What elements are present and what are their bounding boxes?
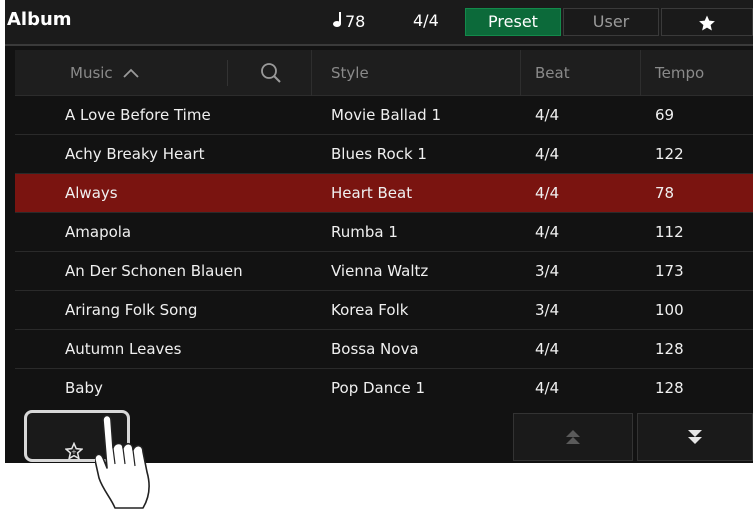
sort-up-icon [123, 64, 140, 82]
page-up-button[interactable] [513, 413, 633, 461]
album-screen: Album 78 4/4 Preset User Music Style Bea… [5, 0, 753, 463]
cell-music: Arirang Folk Song [65, 301, 198, 319]
header-bar: Album 78 4/4 Preset User [5, 0, 753, 46]
tab-user[interactable]: User [563, 8, 659, 36]
cell-beat: 3/4 [535, 262, 560, 280]
cell-style: Korea Folk [331, 301, 409, 319]
table-row[interactable]: Baby Pop Dance 1 4/4 128 [15, 369, 753, 408]
column-divider [640, 50, 641, 96]
note-icon [331, 11, 345, 31]
cell-beat: 4/4 [535, 145, 560, 163]
cell-music: Autumn Leaves [65, 340, 182, 358]
cell-tempo: 128 [655, 379, 684, 397]
cell-music: Always [65, 184, 118, 202]
cell-music: Baby [65, 379, 103, 397]
cell-beat: 4/4 [535, 184, 560, 202]
cell-music: Achy Breaky Heart [65, 145, 205, 163]
cell-tempo: 78 [655, 184, 675, 202]
table-row[interactable]: Autumn Leaves Bossa Nova 4/4 128 [15, 330, 753, 369]
cell-tempo: 112 [655, 223, 684, 241]
column-divider [311, 50, 312, 96]
cell-beat: 3/4 [535, 301, 560, 319]
cell-music: Amapola [65, 223, 132, 241]
column-style[interactable]: Style [331, 64, 369, 82]
table-row[interactable]: Arirang Folk Song Korea Folk 3/4 100 [15, 291, 753, 330]
table-header: Music Style Beat Tempo [15, 50, 753, 96]
beat-display: 4/4 [413, 11, 439, 30]
cell-style: Bossa Nova [331, 340, 419, 358]
cell-tempo: 100 [655, 301, 684, 319]
favorite-star-icon: + [65, 442, 83, 460]
page-down-button[interactable] [637, 413, 753, 461]
table-row[interactable]: Achy Breaky Heart Blues Rock 1 4/4 122 [15, 135, 753, 174]
cell-tempo: 69 [655, 106, 675, 124]
cell-tempo: 122 [655, 145, 684, 163]
tempo-display: 78 [331, 11, 365, 31]
column-beat[interactable]: Beat [535, 64, 570, 82]
cell-style: Pop Dance 1 [331, 379, 426, 397]
song-list: A Love Before Time Movie Ballad 1 4/4 69… [15, 96, 753, 408]
column-music[interactable]: Music [70, 64, 140, 82]
table-row[interactable]: An Der Schonen Blauen Vienna Waltz 3/4 1… [15, 252, 753, 291]
cell-music: A Love Before Time [65, 106, 211, 124]
cell-beat: 4/4 [535, 340, 560, 358]
search-icon[interactable] [260, 62, 282, 88]
table-row[interactable]: Amapola Rumba 1 4/4 112 [15, 213, 753, 252]
cell-style: Heart Beat [331, 184, 413, 202]
pointing-hand-icon [94, 412, 185, 509]
svg-text:+: + [71, 448, 77, 456]
column-divider [520, 50, 521, 96]
cell-style: Rumba 1 [331, 223, 398, 241]
header-divider [227, 60, 228, 86]
tab-preset[interactable]: Preset [465, 8, 561, 36]
page-down-icon [688, 430, 702, 444]
column-tempo[interactable]: Tempo [655, 64, 704, 82]
page-up-icon [566, 430, 580, 444]
table-row-selected[interactable]: Always Heart Beat 4/4 78 [15, 174, 753, 213]
cell-beat: 4/4 [535, 379, 560, 397]
cell-style: Movie Ballad 1 [331, 106, 442, 124]
star-icon [699, 15, 715, 31]
cell-beat: 4/4 [535, 223, 560, 241]
table-row[interactable]: A Love Before Time Movie Ballad 1 4/4 69 [15, 96, 753, 135]
cell-tempo: 173 [655, 262, 684, 280]
cell-beat: 4/4 [535, 106, 560, 124]
cell-music: An Der Schonen Blauen [65, 262, 243, 280]
cell-tempo: 128 [655, 340, 684, 358]
cell-style: Blues Rock 1 [331, 145, 427, 163]
tab-favorites[interactable] [661, 8, 753, 36]
page-title: Album [7, 9, 72, 30]
cell-style: Vienna Waltz [331, 262, 429, 280]
tempo-value: 78 [345, 12, 366, 31]
